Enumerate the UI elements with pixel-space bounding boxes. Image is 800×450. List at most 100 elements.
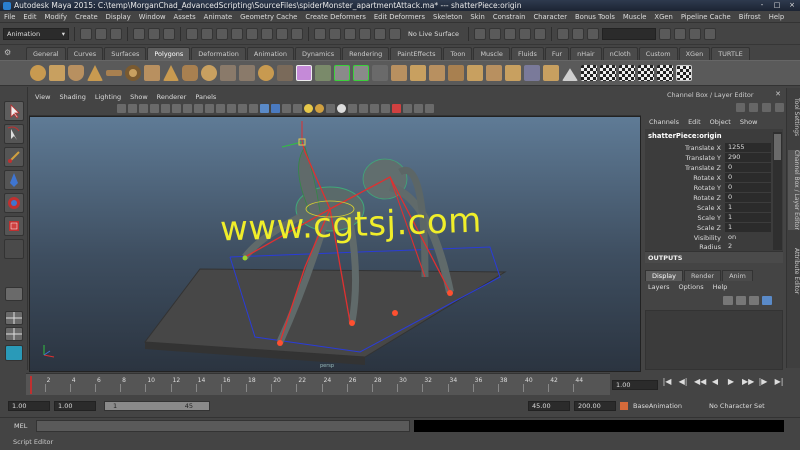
- menu-window[interactable]: Window: [139, 13, 166, 21]
- paint-select-tool-icon[interactable]: [4, 147, 24, 167]
- panel-menu-renderer[interactable]: Renderer: [157, 93, 187, 101]
- poly-cube-icon[interactable]: [49, 65, 65, 81]
- create-polygon-icon[interactable]: [334, 65, 350, 81]
- mask-dynamics-icon[interactable]: [261, 27, 273, 40]
- menu-xgen[interactable]: XGen: [654, 13, 672, 21]
- toggle-sidebar-icon[interactable]: [659, 27, 672, 40]
- poly-soccer-ball-icon[interactable]: [201, 65, 217, 81]
- animation-start-field[interactable]: 1.00: [8, 401, 50, 411]
- attr-value[interactable]: 1: [725, 203, 771, 212]
- attr-value[interactable]: 1: [725, 213, 771, 222]
- play-backwards-button[interactable]: ◀: [710, 377, 720, 386]
- anim-layer-icon[interactable]: [620, 402, 628, 410]
- resolution-gate-icon[interactable]: [205, 104, 214, 113]
- scrollbar-thumb[interactable]: [774, 134, 781, 160]
- uv-checker-icon[interactable]: [581, 65, 597, 81]
- layer-menu-help[interactable]: Help: [713, 283, 728, 291]
- maximize-button[interactable]: □: [772, 1, 782, 9]
- xray-joints-icon[interactable]: [392, 104, 401, 113]
- step-back-key-button[interactable]: ◀|: [678, 377, 688, 386]
- grid-icon[interactable]: [183, 104, 192, 113]
- display-gamma-icon[interactable]: [425, 104, 434, 113]
- shelf-tab-toon[interactable]: Toon: [443, 46, 473, 60]
- outputs-section[interactable]: OUTPUTS: [645, 251, 783, 263]
- menu-modify[interactable]: Modify: [45, 13, 68, 21]
- smooth-icon[interactable]: [258, 65, 274, 81]
- poly-pipe-icon[interactable]: [182, 65, 198, 81]
- poly-pyramid-icon[interactable]: [163, 65, 179, 81]
- mel-command-input[interactable]: [36, 420, 410, 432]
- film-gate-icon[interactable]: [194, 104, 203, 113]
- animation-end-field[interactable]: 200.00: [574, 401, 616, 411]
- layer-menu-options[interactable]: Options: [679, 283, 704, 291]
- mask-curves-icon[interactable]: [216, 27, 228, 40]
- object-name[interactable]: shatterPiece:origin: [648, 132, 722, 140]
- go-to-start-button[interactable]: |◀: [662, 377, 672, 386]
- attr-value[interactable]: 2: [725, 242, 771, 251]
- image-plane-icon[interactable]: [150, 104, 159, 113]
- keyed-icon[interactable]: [736, 103, 745, 112]
- panel-menu-view[interactable]: View: [35, 93, 50, 101]
- new-empty-layer-icon[interactable]: [749, 296, 759, 305]
- sculpt-icon[interactable]: [562, 68, 578, 81]
- attr-value[interactable]: 0: [725, 183, 771, 192]
- merge-icon[interactable]: [505, 65, 521, 81]
- shelf-tab-painteffects[interactable]: PaintEffects: [390, 46, 443, 60]
- 2d-pan-zoom-icon[interactable]: [161, 104, 170, 113]
- depth-of-field-icon[interactable]: [370, 104, 379, 113]
- side-tab-tool-settings[interactable]: Tool Settings: [788, 98, 800, 136]
- mask-rendering-icon[interactable]: [276, 27, 288, 40]
- wireframe-on-shaded-icon[interactable]: [282, 104, 291, 113]
- play-forwards-button[interactable]: ▶: [726, 377, 736, 386]
- shelf-tab-xgen[interactable]: XGen: [678, 46, 711, 60]
- mask-misc-icon[interactable]: [291, 27, 303, 40]
- poly-cone-icon[interactable]: [87, 65, 103, 81]
- menu-display[interactable]: Display: [106, 13, 131, 21]
- mask-deformers-icon[interactable]: [246, 27, 258, 40]
- menu-file[interactable]: File: [4, 13, 15, 21]
- move-layer-up-icon[interactable]: [723, 296, 733, 305]
- menu-muscle[interactable]: Muscle: [623, 13, 647, 21]
- menu-bonus-tools[interactable]: Bonus Tools: [575, 13, 615, 21]
- step-forward-frame-button[interactable]: ▶▶: [742, 377, 754, 386]
- shelf-tab-turtle[interactable]: TURTLE: [711, 46, 750, 60]
- bevel-icon[interactable]: [429, 65, 445, 81]
- menu-assets[interactable]: Assets: [174, 13, 196, 21]
- uv-spherical-icon[interactable]: [638, 65, 654, 81]
- step-forward-key-button[interactable]: |▶: [758, 377, 768, 386]
- move-layer-down-icon[interactable]: [736, 296, 746, 305]
- poly-prism-icon[interactable]: [144, 65, 160, 81]
- wedge-icon[interactable]: [486, 65, 502, 81]
- uv-auto-icon[interactable]: [657, 65, 673, 81]
- attr-scale-x[interactable]: Scale X 1: [645, 203, 773, 213]
- safe-action-icon[interactable]: [238, 104, 247, 113]
- attr-value[interactable]: on: [725, 233, 771, 242]
- poly-plane-icon[interactable]: [106, 70, 122, 76]
- render-current-frame-icon[interactable]: [489, 27, 502, 40]
- xray-active-icon[interactable]: [403, 104, 412, 113]
- settings-icon[interactable]: [762, 103, 771, 112]
- toggle-tool-settings-icon[interactable]: [674, 27, 687, 40]
- menu-edit[interactable]: Edit: [23, 13, 36, 21]
- layer-list[interactable]: [645, 310, 783, 370]
- boolean-icon[interactable]: [277, 65, 293, 81]
- menu-skeleton[interactable]: Skeleton: [433, 13, 462, 21]
- layer-tab-anim[interactable]: Anim: [722, 270, 753, 281]
- smooth-shade-icon[interactable]: [271, 104, 280, 113]
- layer-tab-render[interactable]: Render: [683, 270, 722, 281]
- toggle-channel-box-icon[interactable]: [689, 27, 702, 40]
- shelf-tab-rendering[interactable]: Rendering: [342, 46, 390, 60]
- panel-menu-lighting[interactable]: Lighting: [95, 93, 121, 101]
- shelf-tab-animation[interactable]: Animation: [246, 46, 295, 60]
- shadows-icon[interactable]: [315, 104, 324, 113]
- xray-icon[interactable]: [326, 104, 335, 113]
- attr-value[interactable]: 290: [725, 153, 771, 162]
- attr-value[interactable]: 1: [725, 223, 771, 232]
- reduce-icon[interactable]: [543, 65, 559, 81]
- new-scene-icon[interactable]: [80, 27, 92, 40]
- panel-menu-panels[interactable]: Panels: [195, 93, 216, 101]
- menu-help[interactable]: Help: [769, 13, 785, 21]
- render-settings-icon[interactable]: [519, 27, 532, 40]
- select-tool-icon[interactable]: [4, 101, 24, 121]
- attr-value[interactable]: 1255: [725, 143, 771, 152]
